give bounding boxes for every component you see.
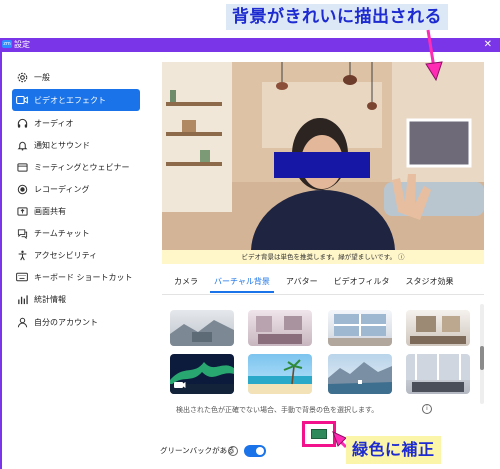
sidebar-item-label: 画面共有: [34, 206, 66, 216]
keyboard-icon: [16, 271, 28, 283]
sidebar-item-label: オーディオ: [34, 118, 74, 128]
green-screen-toggle[interactable]: [244, 445, 266, 457]
thumbnail-scrollbar-thumb[interactable]: [480, 346, 484, 370]
video-camera-icon: [16, 94, 28, 106]
background-thumbnail[interactable]: [406, 310, 470, 346]
chat-icon: [16, 227, 28, 239]
sidebar-item-statistics[interactable]: 統計情報: [12, 288, 140, 310]
tab-virtual-background[interactable]: バーチャル背景: [206, 274, 278, 293]
virtual-background-preview-image: [162, 62, 484, 250]
headphones-icon: [16, 117, 28, 129]
video-settings-panel: ビデオ背景は単色を推奨します。緑が望ましいです。 ⓘ カメラ バーチャル背景 ア…: [148, 52, 500, 469]
settings-sidebar: 一般 ビデオとエフェクト オーディオ 通知とサウンド ミーティングとウェビナー: [0, 52, 148, 469]
sidebar-item-label: 自分のアカウント: [34, 317, 98, 327]
tabs-divider: [162, 294, 484, 295]
sidebar-item-general[interactable]: 一般: [12, 66, 140, 88]
annotation-highlight-box: [302, 421, 336, 447]
background-thumbnail[interactable]: [328, 310, 392, 346]
tab-camera[interactable]: カメラ: [166, 274, 206, 290]
background-thumbnail[interactable]: [170, 310, 234, 346]
green-screen-label: グリーンバックがある: [160, 446, 235, 455]
share-screen-icon: [16, 205, 28, 217]
sidebar-item-label: アクセシビリティ: [34, 250, 98, 260]
sidebar-item-meetings[interactable]: ミーティングとウェビナー: [12, 156, 140, 178]
sidebar-item-label: 通知とサウンド: [34, 140, 90, 150]
background-thumbnail[interactable]: [406, 354, 470, 394]
background-thumbnail[interactable]: [248, 354, 312, 394]
window-title: 設定: [14, 40, 30, 49]
camera-preview: [162, 62, 484, 250]
tab-avatar[interactable]: アバター: [278, 274, 326, 290]
sidebar-item-team-chat[interactable]: チームチャット: [12, 222, 140, 244]
record-icon: [16, 183, 28, 195]
info-icon[interactable]: i: [422, 404, 432, 414]
sidebar-item-recording[interactable]: レコーディング: [12, 178, 140, 200]
annotation-area-top: 背景がきれいに描出される: [0, 0, 500, 38]
screenshot-frame: 背景がきれいに描出される zm 設定 ✕ 一般 ビデオとエフェクト オーディオ: [0, 0, 500, 469]
sidebar-item-account[interactable]: 自分のアカウント: [12, 311, 140, 333]
annotation-label-bottom: 緑色に補正: [346, 436, 441, 464]
tab-studio-effects[interactable]: スタジオ効果: [397, 274, 461, 290]
background-thumbnail[interactable]: [170, 354, 234, 394]
sidebar-item-label: ミーティングとウェビナー: [34, 162, 130, 172]
info-icon[interactable]: i: [228, 446, 238, 456]
sidebar-item-keyboard-shortcuts[interactable]: キーボード ショートカット: [12, 266, 140, 288]
sidebar-item-label: レコーディング: [34, 184, 90, 194]
sidebar-item-audio[interactable]: オーディオ: [12, 112, 140, 134]
gear-icon: [16, 71, 28, 83]
sidebar-item-label: 統計情報: [34, 294, 66, 304]
window-title-bar: zm 設定 ✕: [0, 38, 500, 52]
recommendation-banner: ビデオ背景は単色を推奨します。緑が望ましいです。 ⓘ: [162, 250, 484, 264]
sidebar-item-video-effects[interactable]: ビデオとエフェクト: [12, 89, 140, 111]
bell-icon: [16, 139, 28, 151]
background-thumbnail[interactable]: [328, 354, 392, 394]
sidebar-item-accessibility[interactable]: アクセシビリティ: [12, 244, 140, 266]
accessibility-icon: [16, 249, 28, 261]
background-color-swatch[interactable]: [311, 429, 327, 439]
close-icon[interactable]: ✕: [484, 38, 492, 52]
annotation-label-top: 背景がきれいに描出される: [226, 4, 448, 30]
sidebar-item-label: キーボード ショートカット: [34, 272, 133, 282]
sidebar-item-label: チームチャット: [34, 228, 90, 238]
tab-video-filter[interactable]: ビデオフィルタ: [326, 274, 398, 290]
stats-icon: [16, 293, 28, 305]
sidebar-item-share-screen[interactable]: 画面共有: [12, 200, 140, 222]
video-settings-tabs: カメラ バーチャル背景 アバター ビデオフィルタ スタジオ効果: [166, 274, 461, 293]
sidebar-item-notifications[interactable]: 通知とサウンド: [12, 134, 140, 156]
meeting-icon: [16, 161, 28, 173]
sidebar-item-label: ビデオとエフェクト: [34, 95, 106, 105]
zoom-logo-icon: zm: [2, 40, 12, 48]
sidebar-item-label: 一般: [34, 72, 50, 82]
background-thumbnail[interactable]: [248, 310, 312, 346]
user-icon: [16, 316, 28, 328]
